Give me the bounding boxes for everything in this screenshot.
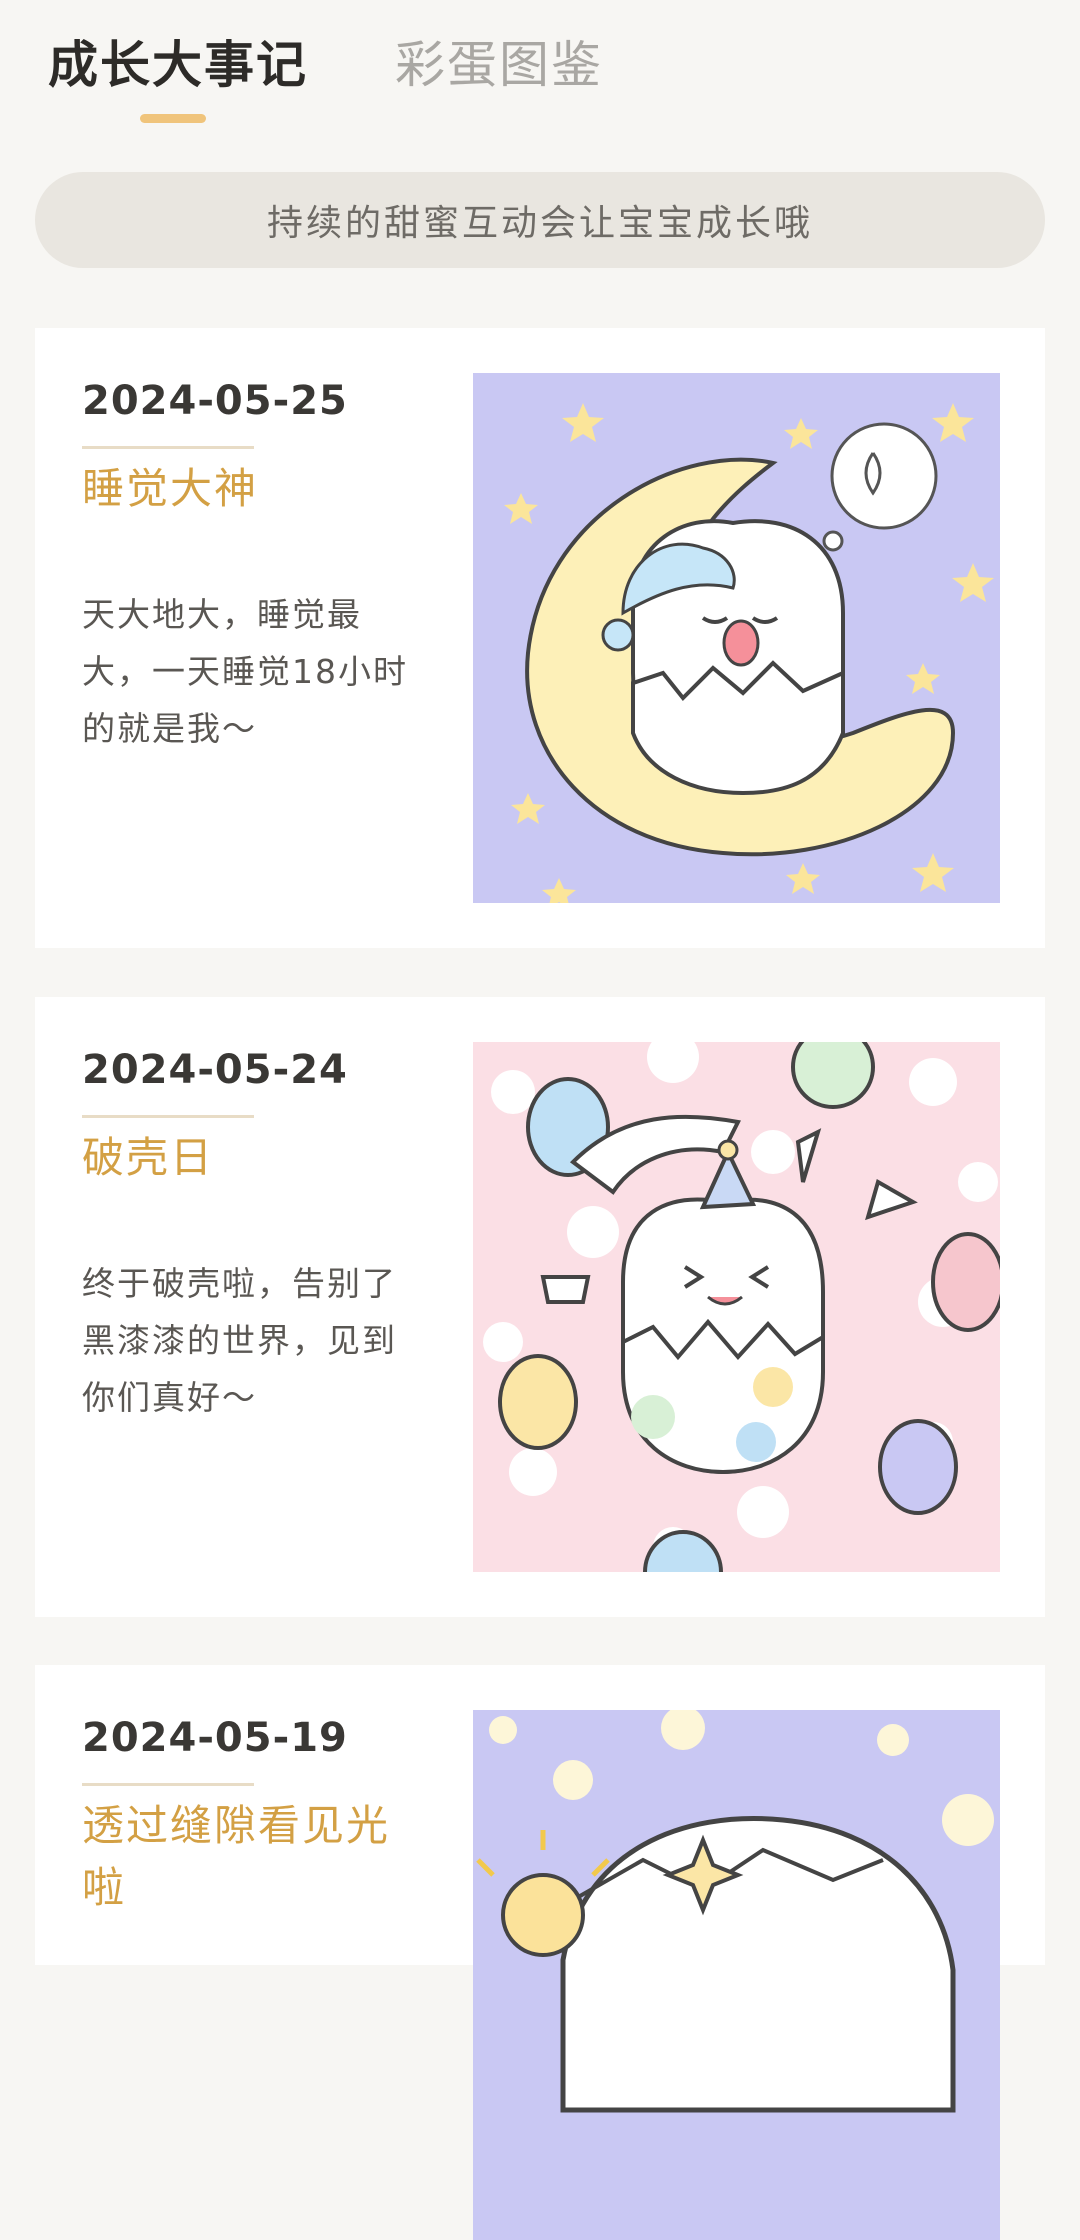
tab-bar: 成长大事记 彩蛋图鉴 — [0, 0, 1080, 140]
growth-hint-banner: 持续的甜蜜互动会让宝宝成长哦 — [35, 172, 1045, 268]
milestone-card[interactable]: 2024-05-25 睡觉大神 天大地大，睡觉最大，一天睡觉18小时的就是我～ — [35, 328, 1045, 948]
milestone-description: 终于破壳啦，告别了黑漆漆的世界，见到你们真好～ — [82, 1264, 397, 1417]
tab-growth-milestones[interactable]: 成长大事记 — [48, 30, 308, 100]
milestone-title: 透过缝隙看见光啦 — [82, 1801, 391, 1912]
milestone-description: 天大地大，睡觉最大，一天睡觉18小时的就是我～ — [82, 595, 408, 748]
active-tab-indicator — [140, 114, 206, 123]
milestone-card[interactable]: 2024-05-19 透过缝隙看见光啦 — [35, 1665, 1045, 2240]
hatching-egg-illustration — [473, 1042, 1000, 1572]
tab-easter-egg-gallery[interactable]: 彩蛋图鉴 — [395, 30, 603, 100]
milestone-date: 2024-05-19 — [82, 1715, 348, 1761]
date-divider — [82, 1115, 254, 1118]
milestone-card[interactable]: 2024-05-24 破壳日 终于破壳啦，告别了黑漆漆的世界，见到你们真好～ — [35, 997, 1045, 1617]
milestone-title: 破壳日 — [82, 1133, 215, 1182]
date-divider — [82, 446, 254, 449]
crack-light-illustration — [473, 1710, 1000, 2240]
milestone-title: 睡觉大神 — [82, 464, 259, 513]
milestone-date: 2024-05-25 — [82, 378, 348, 424]
growth-hint-text: 持续的甜蜜互动会让宝宝成长哦 — [266, 203, 813, 244]
milestone-date: 2024-05-24 — [82, 1047, 348, 1093]
date-divider — [82, 1783, 254, 1786]
sleeping-egg-illustration — [473, 373, 1000, 903]
